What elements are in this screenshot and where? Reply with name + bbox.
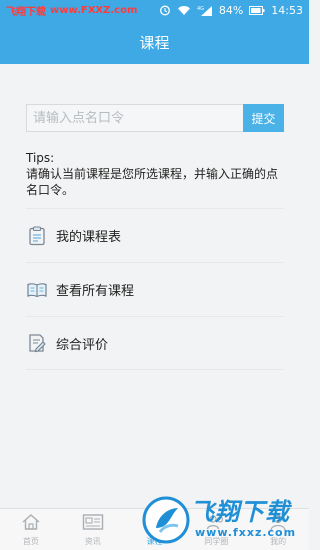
- tips-title: Tips:: [26, 151, 55, 165]
- svg-text:4G: 4G: [197, 6, 204, 12]
- watermark-logo: 飞翔下载 www.fxxz.com: [140, 488, 308, 550]
- status-site: www.FXXZ.com: [50, 4, 138, 16]
- nav-label: 资讯: [84, 536, 101, 546]
- nav-home[interactable]: 首页: [0, 509, 62, 550]
- watermark-emblem-icon: [142, 496, 190, 544]
- news-icon: [82, 513, 104, 535]
- app-header: 课程: [0, 20, 309, 64]
- status-bar: 飞翔下载 www.FXXZ.com 4G 84% 14:53: [0, 0, 309, 20]
- attendance-form: 提交: [26, 104, 284, 132]
- menu-item-my-schedule[interactable]: 我的课程表: [26, 208, 284, 262]
- attendance-code-input[interactable]: [26, 104, 243, 132]
- menu-item-label: 综合评价: [56, 337, 109, 353]
- menu-item-label: 查看所有课程: [56, 284, 135, 299]
- menu-item-evaluation[interactable]: 综合评价: [26, 316, 284, 370]
- clipboard-icon: [26, 225, 48, 247]
- status-indicators: 4G 84% 14:53: [159, 4, 303, 17]
- home-icon: [21, 513, 41, 535]
- wifi-icon: [177, 5, 191, 16]
- course-menu: 我的课程表 查看所有课程 综合评价: [26, 208, 284, 370]
- nav-label: 首页: [22, 536, 39, 546]
- battery-percent: 84%: [218, 3, 244, 17]
- signal-icon: 4G: [197, 5, 213, 16]
- status-brand: 飞翔下载: [6, 6, 46, 18]
- watermark-sub: www.fxxz.com: [195, 526, 297, 539]
- battery-icon: [249, 5, 265, 15]
- nav-news[interactable]: 资讯: [62, 509, 124, 550]
- tips-section: Tips: 请确认当前课程是您所选课程，并输入正确的点名口令。: [26, 150, 288, 198]
- watermark-title: 飞翔下载: [190, 498, 290, 526]
- page-title: 课程: [139, 33, 170, 52]
- edit-icon: [26, 332, 48, 354]
- menu-item-all-courses[interactable]: 查看所有课程: [26, 262, 284, 316]
- tips-text: 请确认当前课程是您所选课程，并输入正确的点名口令。: [26, 167, 279, 197]
- alarm-icon: [159, 4, 171, 16]
- submit-button[interactable]: 提交: [243, 104, 284, 132]
- status-time: 14:53: [271, 3, 303, 17]
- book-icon: [26, 279, 48, 301]
- menu-item-label: 我的课程表: [56, 230, 122, 245]
